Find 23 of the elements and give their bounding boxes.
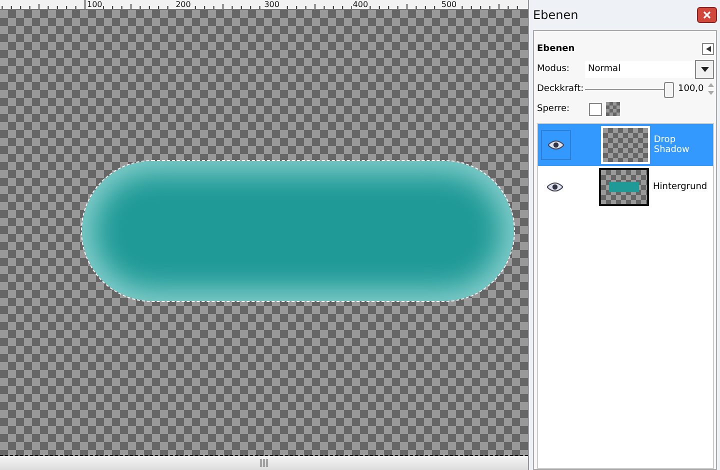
lock-checkbox[interactable] — [589, 102, 602, 116]
eye-icon[interactable] — [547, 182, 563, 192]
eye-icon[interactable] — [548, 140, 564, 150]
close-icon — [703, 11, 711, 19]
mode-label: Modus: — [537, 64, 570, 74]
opacity-label: Deckkraft: — [537, 84, 581, 94]
layer-thumbnail — [600, 126, 650, 164]
opacity-value[interactable]: 100,0 — [678, 84, 704, 94]
layer-thumbnail — [599, 168, 649, 206]
grip-icon[interactable] — [260, 459, 268, 467]
layer-name: Drop Shadow — [654, 135, 690, 155]
close-button[interactable] — [697, 7, 717, 23]
triangle-left-icon — [706, 46, 710, 52]
lock-label: Sperre: — [537, 104, 571, 114]
dropdown-arrow-icon — [700, 66, 708, 72]
panel-menu-button[interactable] — [702, 43, 714, 55]
layer-name: Hintergrund — [653, 182, 708, 192]
opacity-slider[interactable] — [585, 82, 674, 96]
dock-title: Ebenen — [533, 8, 578, 22]
panel-heading: Ebenen — [537, 44, 575, 54]
horizontal-scrollbar[interactable] — [0, 456, 528, 470]
checkerboard-icon[interactable] — [606, 102, 620, 116]
mode-dropdown[interactable]: Normal — [585, 60, 714, 78]
